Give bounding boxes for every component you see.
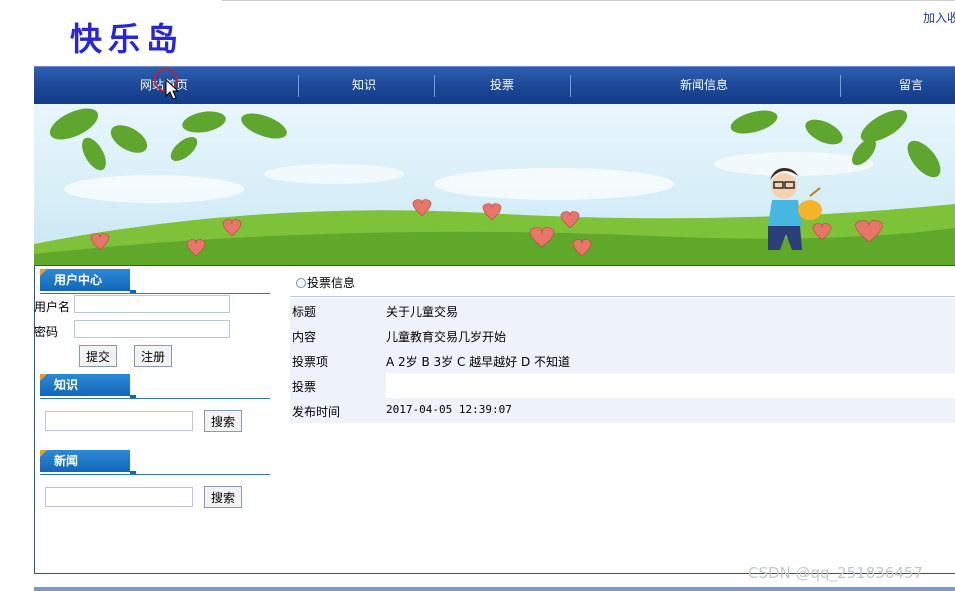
row-label: 发布时间 — [292, 405, 341, 419]
row-label: 标题 — [292, 305, 317, 319]
password-input[interactable] — [74, 320, 230, 338]
nav-message[interactable]: 留言 — [884, 67, 938, 105]
vote-divider — [290, 296, 955, 297]
row-value: 儿童教育交易几岁开始 — [386, 330, 507, 344]
knowledge-search-button[interactable]: 搜索 — [204, 410, 243, 432]
nav-separator — [570, 75, 571, 97]
nav-separator — [434, 75, 435, 97]
news-title: 新闻 — [40, 450, 136, 474]
knowledge-header: 知识 — [40, 374, 270, 399]
news-search-button[interactable]: 搜索 — [204, 486, 243, 508]
news-header: 新闻 — [40, 450, 270, 475]
table-row: 发布时间 2017-04-05 12:39:07 — [290, 398, 955, 423]
mouse-cursor-icon — [154, 68, 180, 100]
table-row: 投票项 A 2岁 B 3岁 C 越早越好 D 不知道 — [290, 348, 955, 373]
row-label: 投票 — [292, 380, 317, 394]
knowledge-title: 知识 — [40, 374, 136, 398]
table-row: 投票 — [290, 373, 955, 398]
user-center-title: 用户中心 — [40, 269, 136, 293]
user-center-header: 用户中心 — [40, 269, 270, 294]
nav-separator — [298, 75, 299, 97]
meadow-illustration — [34, 108, 955, 265]
footer-line — [34, 587, 955, 591]
site-logo: 快乐岛 — [70, 20, 185, 58]
watermark-text: CSDN @qq_251836457 — [748, 564, 923, 582]
row-value: A 2岁 B 3岁 C 越早越好 D 不知道 — [386, 355, 571, 369]
row-label: 内容 — [292, 330, 317, 344]
table-row: 内容 儿童教育交易几岁开始 — [290, 323, 955, 348]
news-search-input[interactable] — [45, 487, 193, 507]
nav-knowledge[interactable]: 知识 — [324, 67, 404, 105]
knowledge-search-input[interactable] — [45, 411, 193, 431]
top-border-line — [222, 0, 955, 1]
password-label: 密码 — [34, 325, 59, 339]
username-label: 用户名 — [34, 300, 71, 314]
add-favorite-link[interactable]: 加入收 — [923, 9, 955, 26]
row-label: 投票项 — [292, 355, 329, 369]
vote-info-title: 投票信息 — [307, 276, 356, 290]
vote-info-heading: 投票信息 — [296, 274, 355, 291]
register-button[interactable]: 注册 — [134, 345, 173, 367]
circle-bullet-icon — [296, 278, 306, 288]
nav-separator — [840, 75, 841, 97]
row-value: 关于儿童交易 — [386, 305, 459, 319]
table-row: 标题 关于儿童交易 — [290, 298, 955, 323]
vote-options-area[interactable] — [386, 373, 955, 398]
nav-news[interactable]: 新闻信息 — [654, 67, 754, 105]
banner-image — [34, 104, 955, 265]
username-input[interactable] — [74, 295, 230, 313]
nav-vote[interactable]: 投票 — [462, 67, 542, 105]
row-value: 2017-04-05 12:39:07 — [386, 403, 512, 416]
submit-button[interactable]: 提交 — [79, 345, 118, 367]
